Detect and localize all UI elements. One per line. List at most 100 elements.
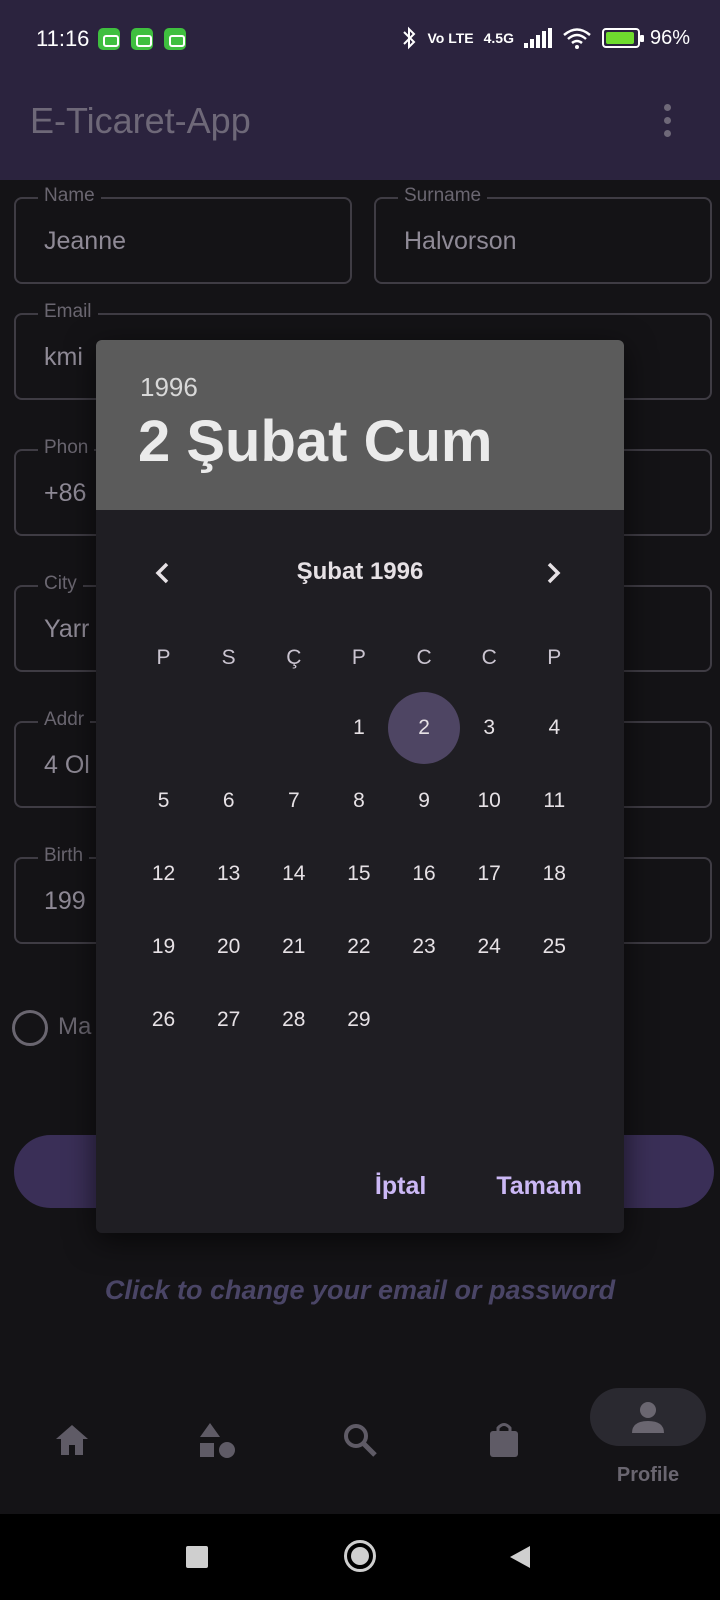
calendar-day[interactable]: 8 bbox=[326, 765, 391, 837]
notification-app-icon bbox=[98, 28, 120, 50]
weekday-label: C bbox=[481, 646, 497, 669]
weekday-label: C bbox=[416, 646, 432, 669]
home-button[interactable] bbox=[344, 1540, 376, 1572]
calendar-day-empty bbox=[522, 984, 587, 1056]
header-year[interactable]: 1996 bbox=[140, 372, 198, 403]
battery-charging-icon bbox=[601, 28, 644, 48]
calendar-day[interactable]: 16 bbox=[392, 838, 457, 910]
birth-value: 199 bbox=[44, 887, 86, 915]
weekday-label: S bbox=[221, 646, 236, 669]
notification-app-icon bbox=[164, 28, 186, 50]
nav-profile-label: Profile bbox=[616, 1464, 680, 1486]
calendar-day-empty bbox=[261, 692, 326, 764]
surname-value: Halvorson bbox=[404, 227, 517, 255]
weekday-header-row: P S Ç P C C P bbox=[131, 646, 587, 670]
calendar-day[interactable]: 15 bbox=[326, 838, 391, 910]
system-navigation-bar bbox=[0, 1514, 720, 1600]
calendar-week-row: 19 20 21 22 23 24 25 bbox=[131, 911, 587, 983]
calendar-day[interactable]: 4 bbox=[522, 692, 587, 764]
email-value: kmi bbox=[44, 343, 83, 371]
calendar-day-empty bbox=[131, 692, 196, 764]
calendar-day[interactable]: 28 bbox=[261, 984, 326, 1056]
calendar-day[interactable]: 5 bbox=[131, 765, 196, 837]
back-button[interactable] bbox=[508, 1544, 532, 1570]
name-field[interactable]: Name Jeanne bbox=[14, 185, 352, 284]
calendar-week-row: 26 27 28 29 bbox=[131, 984, 587, 1056]
email-label: Email bbox=[38, 301, 98, 323]
gender-radio-label: Ma bbox=[58, 1013, 92, 1040]
phone-label: Phon bbox=[38, 437, 95, 459]
status-time: 11:16 bbox=[36, 26, 90, 51]
calendar-day[interactable]: 12 bbox=[131, 838, 196, 910]
calendar-day[interactable]: 6 bbox=[196, 765, 261, 837]
calendar-week-row: 5 6 7 8 9 10 11 bbox=[131, 765, 587, 837]
calendar-day-selected[interactable]: 2 bbox=[388, 692, 461, 764]
calendar-day[interactable]: 13 bbox=[196, 838, 261, 910]
calendar-day[interactable]: 29 bbox=[326, 984, 391, 1056]
categories-icon[interactable] bbox=[187, 1410, 247, 1470]
battery-level: 96% bbox=[649, 26, 690, 49]
calendar-day-empty bbox=[196, 692, 261, 764]
calendar-day[interactable]: 10 bbox=[457, 765, 522, 837]
calendar-day[interactable]: 19 bbox=[131, 911, 196, 983]
city-value: Yarr bbox=[44, 615, 90, 643]
calendar-day[interactable]: 14 bbox=[261, 838, 326, 910]
address-value: 4 Ol bbox=[44, 751, 90, 779]
calendar-day[interactable]: 24 bbox=[457, 911, 522, 983]
name-label: Name bbox=[38, 185, 101, 207]
volte-indicator: Vo LTE bbox=[427, 30, 474, 46]
search-icon[interactable] bbox=[330, 1410, 390, 1470]
address-label: Addr bbox=[38, 709, 91, 731]
calendar-day[interactable]: 17 bbox=[457, 838, 522, 910]
date-picker-header: 1996 2 Şubat Cum bbox=[96, 340, 624, 510]
wifi-icon bbox=[563, 28, 591, 49]
calendar-day[interactable]: 25 bbox=[522, 911, 587, 983]
surname-field[interactable]: Surname Halvorson bbox=[374, 185, 712, 284]
date-picker-dialog: 1996 2 Şubat Cum Şubat 1996 P S Ç P C C … bbox=[96, 340, 624, 1233]
calendar-day[interactable]: 1 bbox=[326, 692, 391, 764]
calendar-day[interactable]: 20 bbox=[196, 911, 261, 983]
signal-icon bbox=[523, 28, 552, 48]
calendar-day[interactable]: 3 bbox=[457, 692, 522, 764]
cancel-button[interactable]: İptal bbox=[375, 1172, 426, 1201]
calendar-day[interactable]: 23 bbox=[392, 911, 457, 983]
nav-item-profile[interactable] bbox=[590, 1388, 706, 1446]
header-date: 2 Şubat Cum bbox=[138, 409, 493, 474]
app-title: E-Ticaret-App bbox=[30, 100, 251, 141]
ok-button[interactable]: Tamam bbox=[496, 1172, 582, 1201]
calendar-day[interactable]: 26 bbox=[131, 984, 196, 1056]
profile-icon bbox=[632, 1402, 664, 1433]
bluetooth-icon bbox=[403, 26, 416, 50]
calendar-day[interactable]: 27 bbox=[196, 984, 261, 1056]
weekday-label: P bbox=[156, 646, 171, 669]
status-bar: 11:16 Vo LTE 4.5G 96% bbox=[0, 0, 720, 88]
shopping-bag-icon[interactable] bbox=[474, 1410, 534, 1470]
calendar-day[interactable]: 9 bbox=[392, 765, 457, 837]
calendar-day[interactable]: 21 bbox=[261, 911, 326, 983]
weekday-label: P bbox=[547, 646, 562, 669]
dialog-actions: İptal Tamam bbox=[375, 1172, 582, 1201]
change-credentials-link[interactable]: Click to change your email or password bbox=[0, 1275, 720, 1306]
calendar-week-row: 12 13 14 15 16 17 18 bbox=[131, 838, 587, 910]
birth-label: Birth bbox=[38, 845, 90, 867]
weekday-label: Ç bbox=[286, 646, 302, 669]
recents-button[interactable] bbox=[186, 1546, 208, 1568]
calendar-day[interactable]: 22 bbox=[326, 911, 391, 983]
chevron-right-icon[interactable] bbox=[538, 558, 568, 588]
notification-app-icon bbox=[131, 28, 153, 50]
network-type: 4.5G bbox=[483, 30, 514, 46]
phone-value: +86 bbox=[44, 479, 87, 507]
calendar-week-row: 1 2 3 4 bbox=[131, 692, 587, 764]
more-vert-icon[interactable] bbox=[662, 104, 672, 142]
weekday-label: P bbox=[351, 646, 366, 669]
gender-radio[interactable] bbox=[12, 1010, 48, 1046]
calendar-day[interactable]: 11 bbox=[522, 765, 587, 837]
calendar-day[interactable]: 18 bbox=[522, 838, 587, 910]
calendar-day-empty bbox=[457, 984, 522, 1056]
city-label: City bbox=[38, 573, 83, 595]
home-icon[interactable] bbox=[42, 1410, 102, 1470]
surname-label: Surname bbox=[398, 185, 488, 207]
calendar-day[interactable]: 7 bbox=[261, 765, 326, 837]
name-value: Jeanne bbox=[44, 227, 127, 255]
calendar-day-empty bbox=[392, 984, 457, 1056]
